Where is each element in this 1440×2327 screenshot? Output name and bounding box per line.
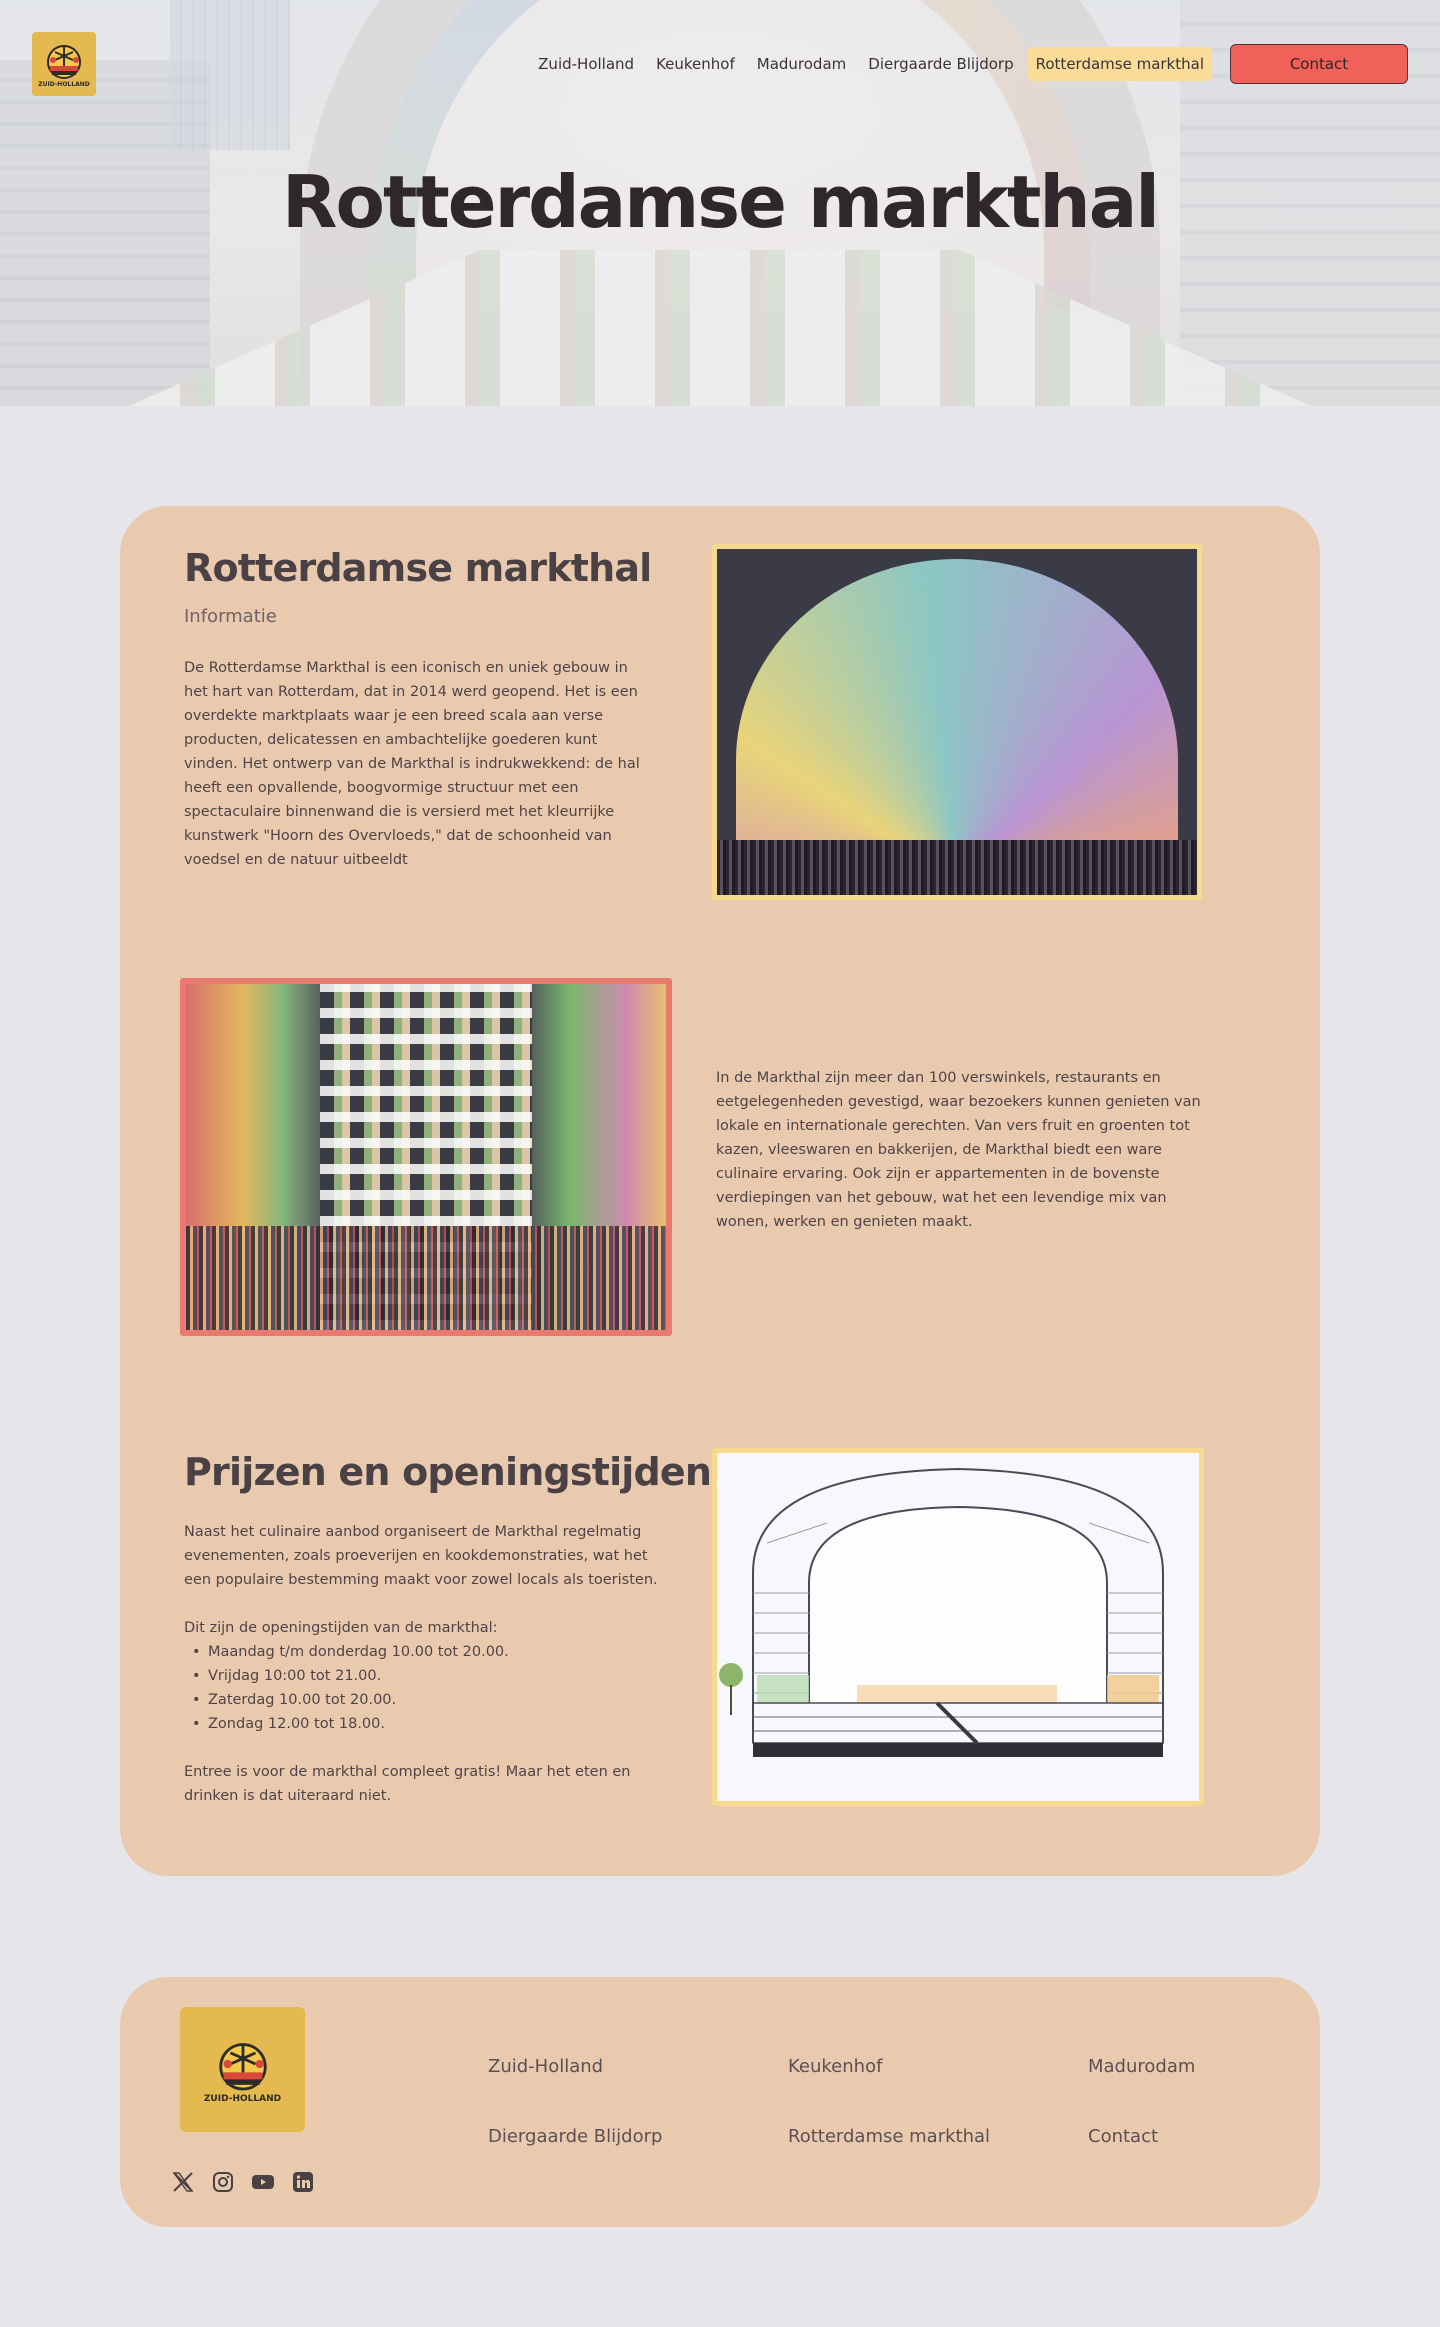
intro-text: De Rotterdamse Markthal is een iconisch … bbox=[184, 660, 640, 868]
markthal-aerial-image bbox=[180, 978, 672, 1336]
markthal-arch-image bbox=[712, 544, 1202, 900]
footer-link-madurodam[interactable]: Madurodam bbox=[1088, 2056, 1195, 2077]
nav-item-rotterdamse-markthal[interactable]: Rotterdamse markthal bbox=[1027, 47, 1212, 81]
main-nav: Zuid-Holland Keukenhof Madurodam Diergaa… bbox=[524, 44, 1408, 84]
footer-link-contact[interactable]: Contact bbox=[1088, 2126, 1158, 2147]
nav-item-zuid-holland[interactable]: Zuid-Holland bbox=[530, 47, 642, 81]
contact-button[interactable]: Contact bbox=[1230, 44, 1408, 84]
windmill-tulip-emblem-icon bbox=[218, 2042, 267, 2090]
nav-item-madurodam[interactable]: Madurodam bbox=[749, 47, 855, 81]
list-item: Vrijdag 10:00 tot 21.00. bbox=[184, 1664, 509, 1688]
footer-link-keukenhof[interactable]: Keukenhof bbox=[788, 2056, 882, 2077]
footer-link-zuid-holland[interactable]: Zuid-Holland bbox=[488, 2056, 603, 2077]
shops-text: In de Markthal zijn meer dan 100 verswin… bbox=[716, 1070, 1201, 1230]
logo-text: ZUID-HOLLAND bbox=[38, 81, 90, 88]
hours-heading: Dit zijn de openingstijden van de markth… bbox=[184, 1620, 498, 1636]
hero-title: Rotterdamse markthal bbox=[282, 160, 1160, 244]
intro-title: Rotterdamse markthal bbox=[184, 546, 652, 590]
footer-link-diergaarde-blijdorp[interactable]: Diergaarde Blijdorp bbox=[488, 2126, 662, 2147]
opening-hours-list: Maandag t/m donderdag 10.00 tot 20.00. V… bbox=[184, 1640, 509, 1736]
prices-intro: Naast het culinaire aanbod organiseert d… bbox=[184, 1524, 658, 1588]
windmill-tulip-emblem-icon bbox=[47, 45, 81, 79]
x-icon[interactable] bbox=[170, 2169, 196, 2195]
list-item: Zaterdag 10.00 tot 20.00. bbox=[184, 1688, 509, 1712]
prices-title: Prijzen en openingstijden bbox=[184, 1450, 712, 1494]
entry-note: Entree is voor de markthal compleet grat… bbox=[184, 1764, 631, 1804]
youtube-icon[interactable] bbox=[250, 2169, 276, 2195]
nav-item-keukenhof[interactable]: Keukenhof bbox=[648, 47, 743, 81]
hero-banner: ZUID-HOLLAND Zuid-Holland Keukenhof Madu… bbox=[0, 0, 1440, 406]
site-logo[interactable]: ZUID-HOLLAND bbox=[32, 32, 96, 96]
list-item: Maandag t/m donderdag 10.00 tot 20.00. bbox=[184, 1640, 509, 1664]
site-footer: ZUID-HOLLAND Zuid-Holland Keukenhof Madu… bbox=[120, 1977, 1320, 2227]
social-links bbox=[170, 2169, 330, 2195]
instagram-icon[interactable] bbox=[210, 2169, 236, 2195]
list-item: Zondag 12.00 tot 18.00. bbox=[184, 1712, 509, 1736]
footer-logo[interactable]: ZUID-HOLLAND bbox=[180, 2007, 305, 2132]
markthal-cross-section-image bbox=[712, 1448, 1204, 1806]
footer-logo-text: ZUID-HOLLAND bbox=[203, 2093, 282, 2104]
footer-link-rotterdamse-markthal[interactable]: Rotterdamse markthal bbox=[788, 2126, 990, 2147]
content-card: Rotterdamse markthal Informatie De Rotte… bbox=[120, 506, 1320, 1876]
intro-subtitle: Informatie bbox=[184, 606, 277, 627]
linkedin-icon[interactable] bbox=[290, 2169, 316, 2195]
nav-item-diergaarde-blijdorp[interactable]: Diergaarde Blijdorp bbox=[860, 47, 1021, 81]
